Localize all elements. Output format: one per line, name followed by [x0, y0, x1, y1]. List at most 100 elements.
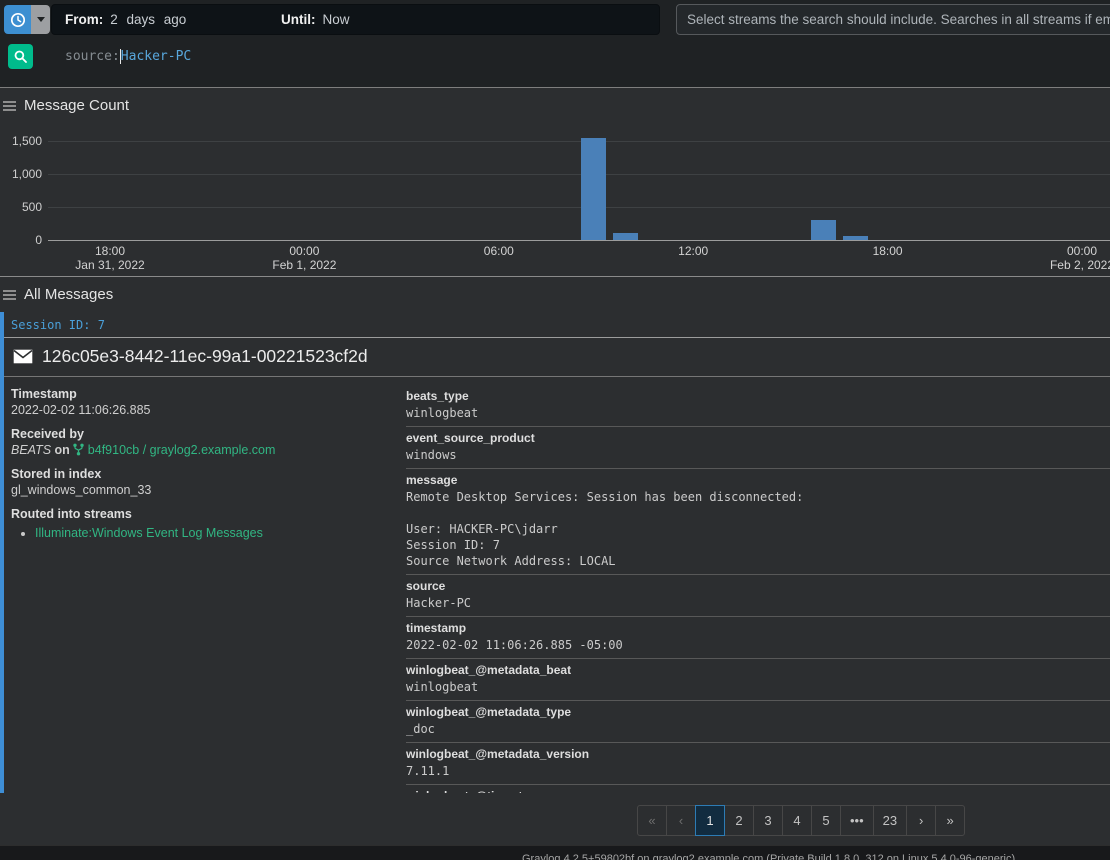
- histogram-bar[interactable]: [843, 236, 868, 240]
- widget-title: All Messages: [24, 286, 113, 303]
- page-button[interactable]: 23: [873, 805, 907, 836]
- x-tick-label: 00:00Feb 1, 2022: [272, 244, 336, 272]
- time-range-button[interactable]: [4, 5, 31, 34]
- page-button[interactable]: 2: [724, 805, 754, 836]
- field-name[interactable]: event_source_product: [406, 431, 1110, 445]
- y-tick-label: 500: [0, 200, 42, 214]
- gridline: [48, 207, 1110, 208]
- stream-link[interactable]: Illuminate:Windows Event Log Messages: [35, 526, 263, 540]
- x-tick-label: 18:00Jan 31, 2022: [75, 244, 144, 272]
- field-value: winlogbeat: [406, 679, 1110, 695]
- magnifier-icon: [14, 50, 27, 63]
- gridline: [48, 174, 1110, 175]
- page-button[interactable]: »: [935, 805, 965, 836]
- query-prefix: source:: [65, 49, 120, 64]
- on-word: on: [55, 443, 70, 457]
- stored-index-value: gl_windows_common_33: [11, 483, 406, 497]
- message-field: source Hacker-PC: [406, 575, 1110, 617]
- received-by-label: Received by: [11, 427, 406, 441]
- field-value: 2022-02-02 11:06:26.885 -05:00: [406, 637, 1110, 653]
- field-value: 7.11.1: [406, 763, 1110, 779]
- all-messages-widget: All Messages Session ID: 7 126c05e3-8442…: [0, 278, 1110, 845]
- message-field: winlogbeat_@metadata_type _doc: [406, 701, 1110, 743]
- histogram-bar[interactable]: [811, 220, 836, 240]
- message-row-summary[interactable]: Session ID: 7: [4, 312, 1110, 338]
- y-tick-label: 1,500: [0, 134, 42, 148]
- received-by-value: BEATS on b4f910cb / graylog2.example.com: [11, 443, 406, 457]
- time-range-dropdown-button[interactable]: [31, 5, 50, 34]
- message-field: message Remote Desktop Services: Session …: [406, 469, 1110, 575]
- page-button[interactable]: 5: [811, 805, 841, 836]
- until-value[interactable]: Now: [323, 12, 350, 27]
- pagination: «‹12345•••23›»: [637, 805, 965, 836]
- histogram-bar[interactable]: [581, 138, 606, 240]
- message-count-widget: Message Count 0 500 1,000 1,500 18:00Jan 31,…: [0, 89, 1110, 277]
- field-name[interactable]: winlogbeat_@metadata_type: [406, 705, 1110, 719]
- routed-streams-label: Routed into streams: [11, 507, 406, 521]
- widget-title: Message Count: [24, 97, 129, 114]
- time-range-input[interactable]: From: 2 days ago Until: Now: [51, 4, 660, 35]
- page-button[interactable]: 4: [782, 805, 812, 836]
- input-name: BEATS: [11, 443, 51, 457]
- page-button[interactable]: ‹: [666, 805, 696, 836]
- y-tick-label: 1,000: [0, 167, 42, 181]
- search-bar: From: 2 days ago Until: Now Select strea…: [0, 0, 1110, 88]
- stored-index-label: Stored in index: [11, 467, 406, 481]
- message-detail-title[interactable]: 126c05e3-8442-11ec-99a1-00221523cf2d: [4, 338, 1110, 377]
- page-button[interactable]: 3: [753, 805, 783, 836]
- field-name[interactable]: winlogbeat_@metadata_version: [406, 747, 1110, 761]
- field-name[interactable]: beats_type: [406, 389, 1110, 403]
- field-name[interactable]: winlogbeat_@metadata_beat: [406, 663, 1110, 677]
- fields-list: beats_type winlogbeat event_source_product…: [406, 385, 1110, 793]
- time-range-from[interactable]: From: 2 days ago: [65, 12, 186, 27]
- field-name[interactable]: winlogbeat_@timestamp: [406, 789, 1110, 793]
- page-button[interactable]: •••: [840, 805, 874, 836]
- until-label: Until:: [281, 12, 316, 27]
- x-axis-line: [48, 240, 1110, 241]
- field-value: Remote Desktop Services: Session has bee…: [406, 489, 1110, 569]
- routed-streams-value: Illuminate:Windows Event Log Messages: [11, 525, 406, 542]
- timestamp-label: Timestamp: [11, 387, 406, 401]
- field-name[interactable]: source: [406, 579, 1110, 593]
- caret-down-icon: [37, 17, 45, 22]
- field-value: Hacker-PC: [406, 595, 1110, 611]
- search-query-input[interactable]: source: Hacker-PC: [65, 44, 191, 69]
- x-tick-label: 06:00: [484, 244, 514, 258]
- x-tick-label: 18:00: [873, 244, 903, 258]
- page-button-current[interactable]: 1: [695, 805, 725, 836]
- message-block: Session ID: 7 126c05e3-8442-11ec-99a1-00…: [0, 312, 1110, 793]
- drag-handle-icon[interactable]: [3, 290, 16, 301]
- field-value: winlogbeat: [406, 405, 1110, 421]
- streams-list: Illuminate:Windows Event Log Messages: [35, 525, 406, 542]
- search-button[interactable]: [8, 44, 33, 69]
- message-meta-column: Timestamp 2022-02-02 11:06:26.885 Receiv…: [4, 385, 406, 793]
- message-detail-columns: Timestamp 2022-02-02 11:06:26.885 Receiv…: [4, 377, 1110, 793]
- node-link[interactable]: b4f910cb / graylog2.example.com: [88, 443, 276, 457]
- message-count-header: Message Count: [3, 97, 129, 114]
- message-field: beats_type winlogbeat: [406, 385, 1110, 427]
- message-field: timestamp 2022-02-02 11:06:26.885 -05:00: [406, 617, 1110, 659]
- footer-version-text: Graylog 4.2.5+59802bf on graylog2.exampl…: [522, 853, 1015, 860]
- stream-select-input[interactable]: Select streams the search should include…: [676, 4, 1110, 35]
- time-range-until[interactable]: Until: Now: [281, 12, 350, 27]
- footer: Graylog 4.2.5+59802bf on graylog2.exampl…: [0, 845, 1110, 860]
- x-tick-label: 12:00: [678, 244, 708, 258]
- message-id: 126c05e3-8442-11ec-99a1-00221523cf2d: [42, 346, 368, 367]
- field-value: _doc: [406, 721, 1110, 737]
- page-button[interactable]: «: [637, 805, 667, 836]
- field-value: windows: [406, 447, 1110, 463]
- code-fork-icon: [73, 443, 84, 456]
- field-name[interactable]: timestamp: [406, 621, 1110, 635]
- envelope-icon: [13, 349, 33, 364]
- message-field: winlogbeat_@metadata_beat winlogbeat: [406, 659, 1110, 701]
- clock-icon: [10, 12, 26, 28]
- message-field: winlogbeat_@metadata_version 7.11.1: [406, 743, 1110, 785]
- field-name[interactable]: message: [406, 473, 1110, 487]
- all-messages-header: All Messages: [3, 286, 113, 303]
- message-detail: 126c05e3-8442-11ec-99a1-00221523cf2d Tim…: [4, 338, 1110, 793]
- y-tick-label: 0: [0, 233, 42, 247]
- histogram-bar[interactable]: [613, 233, 638, 240]
- from-value[interactable]: 2 days ago: [110, 12, 186, 27]
- drag-handle-icon[interactable]: [3, 101, 16, 112]
- page-button[interactable]: ›: [906, 805, 936, 836]
